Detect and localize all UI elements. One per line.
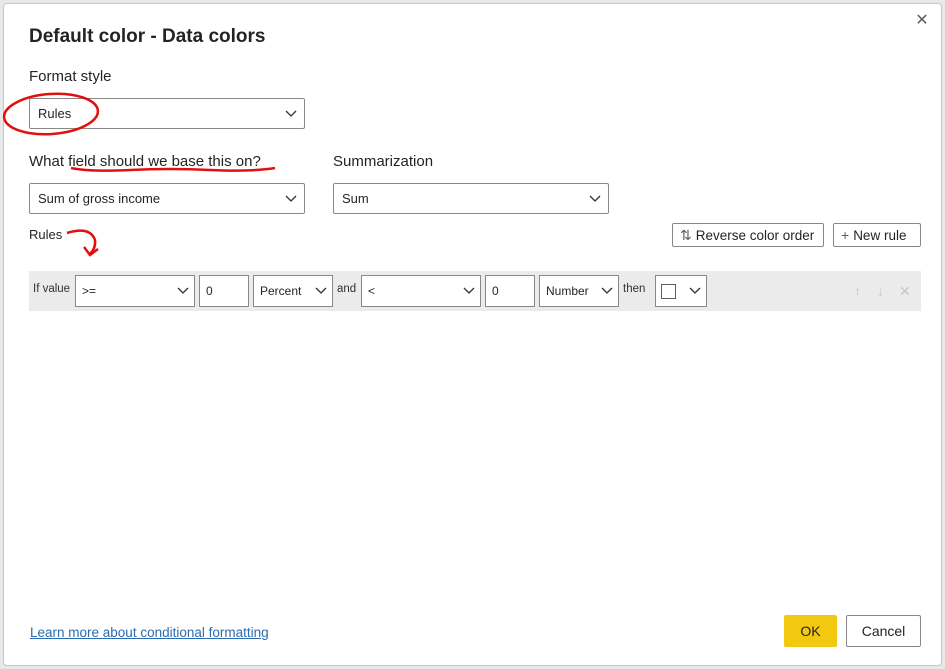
type2-value: Number (546, 284, 589, 298)
reverse-color-order-label: Reverse color order (695, 228, 815, 243)
summarization-label: Summarization (333, 153, 434, 170)
chevron-down-icon (285, 195, 297, 202)
move-up-icon[interactable]: ↑ (854, 283, 861, 299)
type2-dropdown[interactable]: Number (539, 275, 619, 307)
if-value-label: If value (33, 283, 71, 295)
move-down-icon[interactable]: ↓ (877, 283, 884, 299)
ok-button[interactable]: OK (784, 615, 837, 647)
field-label: What field should we base this on? (29, 153, 261, 170)
summarization-value: Sum (342, 191, 369, 206)
rule-row: If value >= 0 Percent and < 0 Number the… (29, 271, 921, 311)
operator2-value: < (368, 284, 376, 298)
chevron-down-icon (177, 287, 189, 294)
operator1-dropdown[interactable]: >= (75, 275, 195, 307)
summarization-dropdown[interactable]: Sum (333, 183, 609, 214)
new-rule-button[interactable]: + New rule (833, 223, 921, 247)
delete-rule-icon[interactable]: ✕ (899, 283, 911, 300)
plus-icon: + (841, 227, 850, 243)
chevron-down-icon (601, 287, 613, 294)
chevron-down-icon (589, 195, 601, 202)
new-rule-label: New rule (853, 228, 907, 243)
value1-text: 0 (206, 284, 213, 298)
field-dropdown[interactable]: Sum of gross income (29, 183, 305, 214)
operator2-dropdown[interactable]: < (361, 275, 481, 307)
rules-label: Rules (29, 227, 63, 242)
format-style-value: Rules (38, 106, 72, 121)
color-swatch (661, 284, 676, 299)
chevron-down-icon (315, 287, 327, 294)
format-style-dropdown[interactable]: Rules (29, 98, 305, 129)
chevron-down-icon (463, 287, 475, 294)
format-style-label: Format style (29, 68, 112, 85)
close-icon[interactable]: ✕ (911, 10, 933, 32)
sort-arrows-icon: ⇅ (680, 227, 692, 243)
learn-more-link[interactable]: Learn more about conditional formatting (30, 625, 269, 640)
color-picker-dropdown[interactable] (655, 275, 707, 307)
chevron-down-icon (285, 110, 297, 117)
type1-dropdown[interactable]: Percent (253, 275, 333, 307)
dialog-title: Default color - Data colors (29, 26, 266, 47)
cancel-button[interactable]: Cancel (846, 615, 921, 647)
chevron-down-icon (689, 287, 701, 294)
type1-value: Percent (260, 284, 302, 298)
then-label: then (623, 283, 646, 295)
reverse-color-order-button[interactable]: ⇅ Reverse color order (672, 223, 824, 247)
and-label: and (337, 283, 357, 295)
value2-input[interactable]: 0 (485, 275, 535, 307)
conditional-format-dialog: Default color - Data colors ✕ Format sty… (3, 3, 942, 666)
field-value: Sum of gross income (38, 191, 161, 206)
operator1-value: >= (82, 284, 97, 298)
value1-input[interactable]: 0 (199, 275, 249, 307)
value2-text: 0 (492, 284, 499, 298)
